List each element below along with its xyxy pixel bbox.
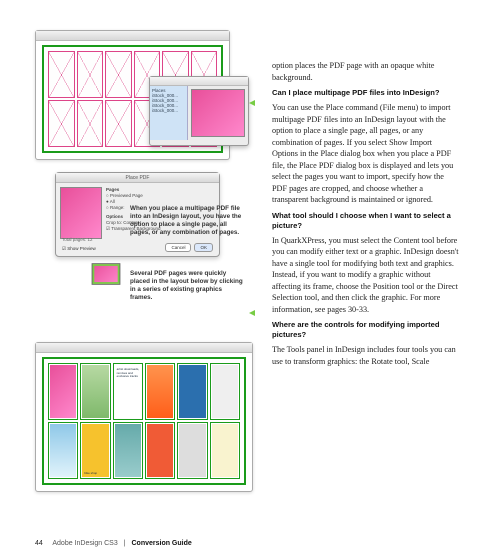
cancel-button[interactable]: Cancel <box>165 243 191 252</box>
caption-place-dialog: When you place a multipage PDF file into… <box>130 205 245 237</box>
placed-page <box>145 422 175 479</box>
callout-arrow-icon <box>249 310 255 316</box>
page-footer: 44 Adobe InDesign CS3 | Conversion Guide <box>35 540 192 547</box>
show-preview-check[interactable]: ☑ Show Preview <box>62 246 96 252</box>
body-intro-tail: option places the PDF page with an opaqu… <box>272 60 460 83</box>
loaded-pdf-cursor-icon <box>92 263 121 285</box>
empty-frame <box>105 100 132 147</box>
placed-page <box>177 422 207 479</box>
place-panel[interactable]: Places iStock_000... iStock_000... iStoc… <box>149 76 249 146</box>
placed-page: bike shop <box>80 422 110 479</box>
footer-doc-title: Conversion Guide <box>131 540 191 547</box>
opt-all[interactable]: All <box>110 199 115 204</box>
footer-product: Adobe InDesign CS3 <box>52 540 117 547</box>
answer-modify-controls: The Tools panel in InDesign includes fou… <box>272 344 460 367</box>
footer-sep: | <box>124 540 126 547</box>
layout-pasteboard-filled: artist downloads, remixes and exclusive … <box>42 357 246 485</box>
file-list[interactable]: Places iStock_000... iStock_000... iStoc… <box>150 86 188 140</box>
empty-frame <box>48 100 75 147</box>
dialog-title: Place PDF <box>56 173 219 183</box>
total-pages: Total pages: 12 <box>62 237 93 242</box>
placed-page <box>210 363 240 420</box>
opt-range[interactable]: Range: <box>110 205 125 210</box>
caption-placed-series: Several PDF pages were quickly placed in… <box>130 270 245 302</box>
placed-page: artist downloads, remixes and exclusive … <box>113 363 143 420</box>
placed-page <box>113 422 143 479</box>
body-text-column: option places the PDF page with an opaqu… <box>272 60 460 371</box>
ok-button[interactable]: OK <box>194 243 213 252</box>
placed-page <box>210 422 240 479</box>
indesign-window-empty: Places iStock_000... iStock_000... iStoc… <box>35 30 230 160</box>
opt-previewed[interactable]: Previewed Page <box>110 193 143 198</box>
empty-frame <box>77 100 104 147</box>
empty-frame <box>77 51 104 98</box>
empty-frame <box>48 51 75 98</box>
placed-page <box>48 363 78 420</box>
crop-label: Crop to: <box>106 220 122 225</box>
panel-preview <box>188 86 248 140</box>
question-modify-controls: Where are the controls for modifying imp… <box>272 320 460 340</box>
placed-page <box>48 422 78 479</box>
dialog-preview-thumb <box>60 187 102 239</box>
panel-titlebar <box>150 77 248 86</box>
placed-page <box>80 363 110 420</box>
window-titlebar <box>36 31 229 41</box>
preview-thumbnail <box>191 89 245 137</box>
window-titlebar <box>36 343 252 353</box>
callout-arrow-icon <box>249 100 255 106</box>
placed-page <box>177 363 207 420</box>
page-number: 44 <box>35 540 43 547</box>
answer-multipage-pdf: You can use the Place command (File menu… <box>272 102 460 206</box>
placed-page <box>145 363 175 420</box>
question-select-tool: What tool should I choose when I want to… <box>272 211 460 231</box>
question-multipage-pdf: Can I place multipage PDF files into InD… <box>272 88 460 98</box>
answer-select-tool: In QuarkXPress, you must select the Cont… <box>272 235 460 316</box>
indesign-window-filled: artist downloads, remixes and exclusive … <box>35 342 253 492</box>
empty-frame <box>105 51 132 98</box>
